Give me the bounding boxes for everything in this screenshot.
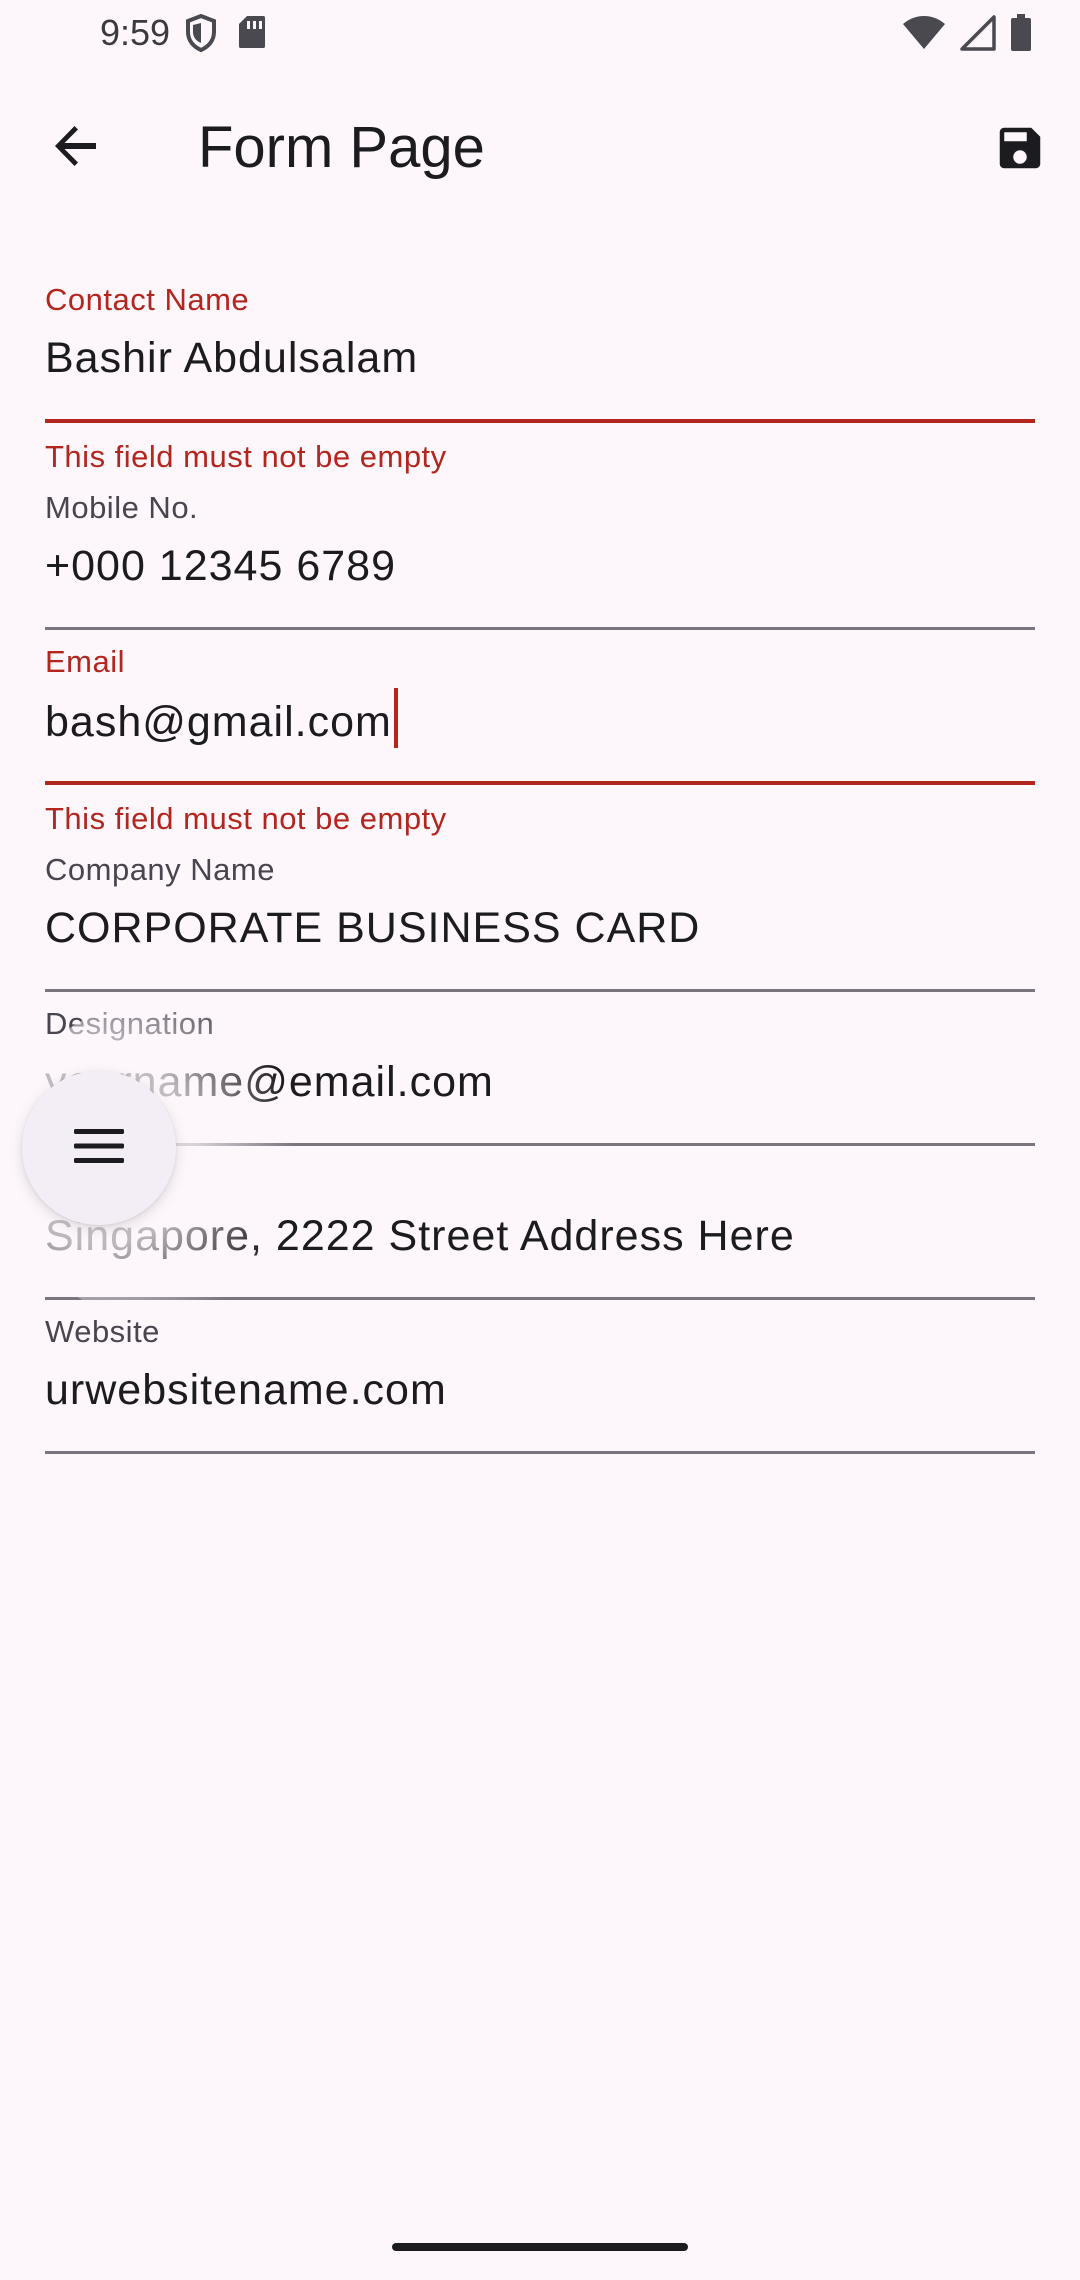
app-bar: Form Page <box>0 80 1080 204</box>
designation-underline <box>45 1143 1035 1146</box>
address-label: Address <box>45 1158 1035 1198</box>
mobile-label: Mobile No. <box>45 490 199 525</box>
email-field[interactable]: Email bash@gmail.com This field must not… <box>45 642 1035 850</box>
email-underline <box>45 781 1035 785</box>
website-underline <box>45 1451 1035 1454</box>
battery-icon <box>1010 14 1032 57</box>
email-label: Email <box>45 644 126 679</box>
company-name-input[interactable]: CORPORATE BUSINESS CARD <box>45 896 1035 960</box>
company-name-label: Company Name <box>45 852 275 887</box>
contact-name-label: Contact Name <box>45 282 250 317</box>
contact-form: Contact Name Bashir Abdulsalam This fiel… <box>45 280 1035 1466</box>
contact-name-field[interactable]: Contact Name Bashir Abdulsalam This fiel… <box>45 280 1035 488</box>
contact-name-error: This field must not be empty <box>45 439 447 474</box>
shield-icon <box>185 13 217 57</box>
email-input-wrap[interactable]: bash@gmail.com <box>45 688 1035 752</box>
save-button[interactable] <box>980 110 1060 190</box>
mobile-underline <box>45 627 1035 630</box>
menu-fab-button[interactable] <box>22 1071 176 1225</box>
address-input[interactable]: Singapore, 2222 Street Address Here <box>45 1204 1035 1268</box>
gesture-nav-bar[interactable] <box>392 2243 688 2251</box>
company-name-field[interactable]: Company Name CORPORATE BUSINESS CARD <box>45 850 1035 1004</box>
page-title: Form Page <box>198 115 485 180</box>
website-input[interactable]: urwebsitename.com <box>45 1358 1035 1422</box>
status-bar: 9:59 <box>0 0 1080 66</box>
company-name-underline <box>45 989 1035 992</box>
back-button[interactable] <box>36 108 116 188</box>
contact-name-input[interactable]: Bashir Abdulsalam <box>45 326 1035 390</box>
mobile-field[interactable]: Mobile No. +000 12345 6789 <box>45 488 1035 642</box>
designation-input[interactable]: yourname@email.com <box>45 1050 1035 1114</box>
email-input[interactable]: bash@gmail.com <box>45 698 392 746</box>
status-right-icons <box>902 14 1032 57</box>
text-cursor <box>393 688 398 748</box>
address-underline <box>45 1297 1035 1300</box>
designation-label: Designation <box>45 1006 215 1041</box>
save-icon <box>993 121 1047 180</box>
signal-icon <box>960 15 996 56</box>
status-time: 9:59 <box>100 12 171 53</box>
wifi-icon <box>902 15 946 56</box>
website-field[interactable]: Website urwebsitename.com <box>45 1312 1035 1466</box>
email-error: This field must not be empty <box>45 801 447 836</box>
designation-field[interactable]: Designation yourname@email.com <box>45 1004 1035 1158</box>
mobile-input[interactable]: +000 12345 6789 <box>45 534 1035 598</box>
menu-icon <box>72 1126 126 1171</box>
website-label: Website <box>45 1314 160 1349</box>
sd-card-icon <box>237 14 267 57</box>
address-field[interactable]: Address Singapore, 2222 Street Address H… <box>45 1158 1035 1312</box>
arrow-back-icon <box>52 122 100 175</box>
contact-name-underline <box>45 419 1035 423</box>
status-left-icons <box>185 13 267 57</box>
